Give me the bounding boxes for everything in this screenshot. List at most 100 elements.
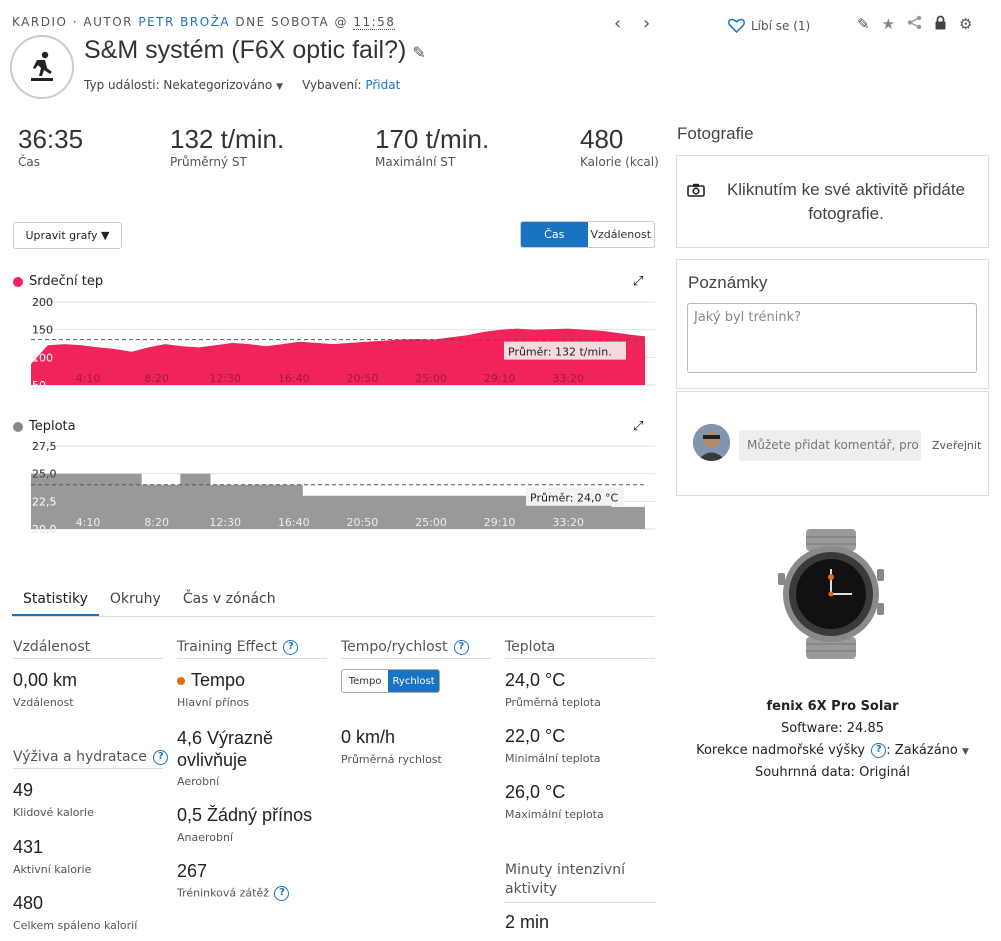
stat-value: 480: [580, 124, 624, 154]
x-tick-label: 16:40: [278, 372, 310, 385]
stat-avg-hr: 132 t/min. Průměrný ST: [170, 124, 284, 169]
training-load-value: 267: [177, 861, 208, 881]
distance-header: Vzdálenost: [13, 639, 163, 659]
intensity-minutes-header: Minuty intenzivní aktivity: [505, 861, 655, 903]
intensity-minutes-value: 2 min: [505, 912, 550, 932]
altitude-label: Korekce nadmořské výšky: [696, 743, 866, 758]
y-tick-label-overlay: 150: [32, 324, 53, 337]
next-activity-icon[interactable]: ›: [643, 15, 650, 33]
toggle-distance[interactable]: Vzdálenost: [588, 222, 655, 247]
publish-button[interactable]: Zveřejnit: [932, 439, 981, 452]
distance-value: 0,00 km: [13, 670, 78, 690]
x-tick-label: 33:20: [552, 516, 584, 529]
toggle-speed[interactable]: Rychlost: [388, 670, 439, 692]
activity-type-icon: [10, 35, 74, 99]
primary-benefit-dot: [177, 677, 185, 686]
help-icon[interactable]: ?: [453, 639, 469, 655]
share-icon[interactable]: [907, 15, 922, 34]
stat-label: Kalorie (kcal): [580, 155, 659, 169]
event-type-dropdown[interactable]: Nekategorizováno: [163, 78, 272, 92]
help-icon[interactable]: ?: [283, 639, 299, 655]
x-axis-toggle: Čas Vzdálenost: [520, 221, 655, 248]
x-tick-label: 20:50: [347, 516, 379, 529]
total-calories-value: 480: [13, 893, 44, 913]
altitude-correction: Korekce nadmořské výšky ?: Zakázáno ▼: [676, 743, 989, 758]
tab-laps[interactable]: Okruhy: [99, 585, 172, 616]
stat-label: Maximální ST: [375, 155, 456, 169]
gear-icon[interactable]: ⚙: [959, 15, 972, 34]
y-tick-label-overlay: 100: [32, 351, 53, 364]
y-tick-label-overlay: 22,5: [32, 495, 57, 508]
training-effect-header-label: Training Effect: [177, 639, 277, 655]
hr-chart-label: Srdeční tep: [29, 274, 104, 289]
nutrition-header: Výživa a hydratace ?: [13, 749, 169, 769]
x-tick-label: 4:10: [76, 516, 101, 529]
pace-header-label: Tempo/rychlost: [341, 639, 448, 655]
anaerobic-label: Anaerobní: [177, 831, 234, 844]
altitude-value[interactable]: : Zakázáno: [886, 743, 958, 758]
x-tick-label: 33:20: [552, 372, 584, 385]
caret-down-icon[interactable]: ▼: [962, 747, 969, 757]
edit-title-icon[interactable]: ✎: [412, 45, 425, 62]
primary-benefit-label: Hlavní přínos: [177, 696, 250, 709]
anaerobic-value: 0,5 Žádný přínos: [177, 805, 313, 825]
lock-icon[interactable]: [934, 15, 947, 34]
x-tick-label: 20:50: [347, 372, 379, 385]
toggle-pace[interactable]: Tempo: [342, 670, 388, 692]
temperature-header: Teplota: [505, 639, 655, 659]
stat-label: Čas: [18, 155, 40, 169]
expand-hr-chart-icon[interactable]: ⤢: [633, 274, 643, 289]
y-tick-label-overlay: 200: [32, 296, 53, 309]
tab-time-in-zones[interactable]: Čas v zónách: [172, 585, 287, 616]
active-calories-label: Aktivní kalorie: [13, 863, 92, 876]
stat-label: Průměrný ST: [170, 155, 247, 169]
help-icon[interactable]: ?: [153, 749, 169, 765]
help-icon[interactable]: ?: [871, 743, 887, 758]
x-tick-label: 16:40: [278, 516, 310, 529]
primary-benefit-text: Tempo: [191, 670, 246, 690]
watch-image: [778, 529, 884, 659]
notes-textarea[interactable]: Jaký byl trénink?: [687, 303, 977, 373]
pencil-icon[interactable]: ✎: [857, 15, 870, 34]
training-effect-header: Training Effect ?: [177, 639, 327, 659]
device-name: fenix 6X Pro Solar: [766, 699, 899, 714]
photos-panel[interactable]: Kliknutím ke své aktivitě přidáte fotogr…: [676, 155, 989, 248]
x-tick-label: 29:10: [484, 516, 516, 529]
help-icon[interactable]: ?: [274, 886, 290, 901]
notes-title: Poznámky: [688, 273, 768, 292]
temp-chart[interactable]: 27,525,022,520,027,525,022,520,04:108:20…: [0, 436, 660, 536]
training-load-text: Tréninková zátěž: [177, 886, 269, 900]
x-tick-label: 4:10: [76, 372, 101, 385]
toggle-time[interactable]: Čas: [521, 222, 588, 247]
tab-statistics[interactable]: Statistiky: [12, 585, 99, 616]
aerobic-value: 4,6 Výrazně ovlivňuje: [177, 728, 274, 770]
activity-meta: Typ události: Nekategorizováno ▼ Vybaven…: [84, 78, 400, 92]
activity-title[interactable]: S&M systém (F6X optic fail?): [84, 36, 406, 64]
comment-input[interactable]: Můžete přidat komentář, pro c: [739, 430, 921, 461]
avg-temp-value: 24,0 °C: [505, 670, 566, 690]
expand-temp-chart-icon[interactable]: ⤢: [633, 419, 643, 434]
y-tick-label-overlay: 20,0: [32, 523, 57, 536]
hr-chart[interactable]: 20015010050200150100504:108:2012:3016:40…: [0, 290, 660, 395]
add-equipment-link[interactable]: Přidat: [365, 78, 400, 92]
camera-icon: [687, 183, 705, 200]
summary-data: Souhrnná data: Originál: [754, 765, 911, 780]
category-label[interactable]: KARDIO: [12, 15, 67, 29]
breadcrumb: KARDIO · AUTOR PETR BROŽA DNE SOBOTA @ 1…: [12, 15, 396, 30]
edit-charts-button[interactable]: Upravit grafy ▼: [13, 222, 122, 249]
prev-activity-icon[interactable]: ‹: [614, 15, 621, 33]
resting-calories-label: Klidové kalorie: [13, 806, 94, 819]
like-button[interactable]: Líbí se (1): [728, 18, 810, 33]
distance-label: Vzdálenost: [13, 696, 74, 709]
author-prefix: · AUTOR: [72, 15, 133, 29]
toolbar: ✎ ★ ⚙: [857, 15, 972, 34]
photos-title: Fotografie: [677, 124, 754, 143]
primary-benefit-value: Tempo: [177, 670, 245, 691]
average-label: Průměr: 132 t/min.: [508, 346, 612, 359]
stat-calories: 480 Kalorie (kcal): [580, 124, 659, 169]
author-link[interactable]: PETR BROŽA: [138, 15, 230, 29]
star-icon[interactable]: ★: [882, 15, 895, 34]
average-label: Průměr: 24,0 °C: [530, 492, 618, 505]
caret-down-icon[interactable]: ▼: [276, 82, 283, 92]
avg-temp-label: Průměrná teplota: [505, 696, 601, 709]
